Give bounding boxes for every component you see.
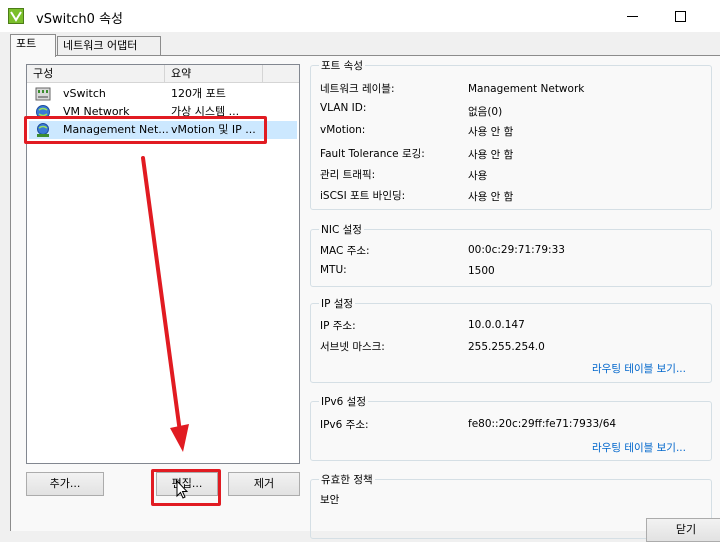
column-header-summary[interactable]: 요약 [165, 65, 263, 83]
nic-settings-group: NIC 설정 [310, 222, 712, 287]
column-header-config[interactable]: 구성 [27, 65, 165, 83]
maximize-button[interactable] [660, 4, 700, 28]
config-list[interactable]: 구성 요약 vSwitch 120개 포트 VM Network 가상 시스템 … [26, 64, 300, 464]
maximize-icon [674, 10, 686, 22]
label-fault-tolerance: Fault Tolerance 로깅: [320, 148, 425, 160]
globe-icon [36, 105, 50, 119]
value-management-traffic: 사용 [468, 170, 488, 182]
list-header: 구성 요약 [27, 65, 299, 83]
label-vmotion: vMotion: [320, 124, 366, 136]
window-title: vSwitch0 속성 [36, 12, 123, 27]
label-security: 보안 [320, 494, 340, 506]
group-title-port-properties: 포트 속성 [319, 58, 365, 73]
label-ipv6-address: IPv6 주소: [320, 419, 369, 431]
vmkernel-globe-icon [37, 123, 49, 137]
value-mtu: 1500 [468, 265, 495, 277]
value-ipv6-address: fe80::20c:29ff:fe71:7933/64 [468, 418, 617, 430]
value-fault-tolerance: 사용 안 함 [468, 149, 514, 161]
label-ip-address: IP 주소: [320, 320, 356, 332]
group-title-effective-policy: 유효한 정책 [319, 472, 375, 487]
list-item-summary: vMotion 및 IP ... [171, 123, 256, 136]
close-button[interactable]: 닫기 [646, 518, 720, 542]
minimize-icon [626, 15, 638, 17]
label-mac-address: MAC 주소: [320, 245, 370, 257]
tab-network-adapters[interactable]: 네트워크 어댑터 [57, 36, 161, 56]
minimize-button[interactable] [612, 4, 652, 28]
value-iscsi-binding: 사용 안 함 [468, 191, 514, 203]
label-iscsi-binding: iSCSI 포트 바인딩: [320, 190, 406, 202]
label-subnet-mask: 서브넷 마스크: [320, 341, 385, 353]
remove-button[interactable]: 제거 [228, 472, 300, 496]
ip-routing-table-link[interactable]: 라우팅 테이블 보기... [592, 361, 686, 376]
value-vlan-id: 없음(0) [468, 106, 503, 118]
vsphere-app-icon [8, 8, 24, 24]
mouse-cursor-icon [176, 480, 188, 499]
ipv6-routing-table-link[interactable]: 라우팅 테이블 보기... [592, 440, 686, 455]
group-title-ipv6-settings: IPv6 설정 [319, 394, 368, 409]
title-bar: vSwitch0 속성 [0, 0, 720, 32]
value-vmotion: 사용 안 함 [468, 126, 514, 138]
tab-ports[interactable]: 포트 [10, 34, 56, 57]
value-network-label: Management Network [468, 83, 585, 95]
value-ip-address: 10.0.0.147 [468, 319, 525, 331]
value-subnet-mask: 255.255.254.0 [468, 341, 545, 353]
label-network-label: 네트워크 레이블: [320, 83, 395, 95]
group-title-nic-settings: NIC 설정 [319, 222, 364, 237]
list-item-management-network[interactable]: Management Net... vMotion 및 IP ... [29, 121, 297, 139]
label-mtu: MTU: [320, 264, 347, 276]
value-mac-address: 00:0c:29:71:79:33 [468, 244, 565, 256]
list-item-summary: 가상 시스템 ... [171, 105, 240, 118]
list-item-vswitch[interactable]: vSwitch 120개 포트 [29, 85, 297, 103]
list-item-summary: 120개 포트 [171, 87, 226, 100]
label-management-traffic: 관리 트래픽: [320, 169, 376, 181]
vswitch-icon [35, 87, 51, 101]
label-vlan-id: VLAN ID: [320, 102, 367, 114]
group-title-ip-settings: IP 설정 [319, 296, 356, 311]
list-item-vm-network[interactable]: VM Network 가상 시스템 ... [29, 103, 297, 121]
add-button[interactable]: 추가... [26, 472, 104, 496]
